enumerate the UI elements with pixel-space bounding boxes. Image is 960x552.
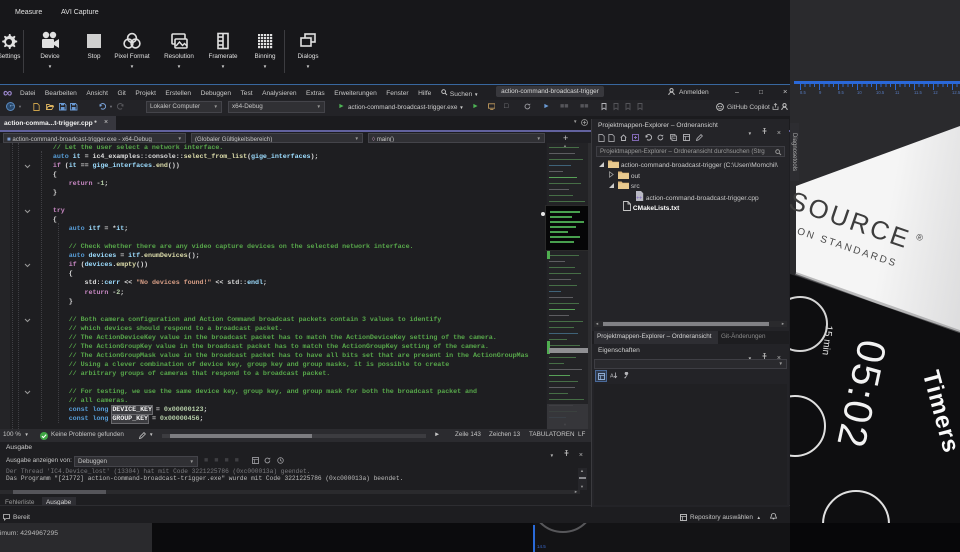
svg-text:++: ++	[636, 195, 642, 200]
svg-text:A: A	[610, 374, 614, 380]
